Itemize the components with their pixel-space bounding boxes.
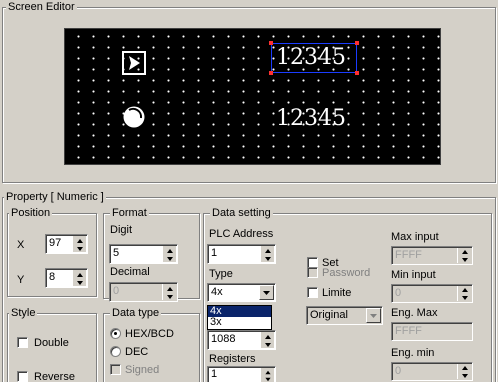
y-value: 8 [49,271,56,283]
decimal-value: 0 [113,285,120,297]
dec-radio[interactable] [110,346,121,357]
double-label: Double [34,337,69,349]
mode-select[interactable]: Original [306,306,383,325]
reverse-label: Reverse [34,371,75,382]
digit-value: 5 [113,247,120,259]
max-input-label: Max input [391,231,439,243]
type-value: 4x [211,286,223,298]
password-label: Password [322,267,371,279]
double-checkbox[interactable] [17,337,28,348]
registers-input[interactable]: 1 [207,366,276,382]
type-select[interactable]: 4x [207,283,276,302]
resize-handle[interactable] [355,41,359,45]
address-value: 1088 [211,333,236,345]
x-value: 97 [49,237,62,249]
mode-value: Original [310,309,348,321]
y-input[interactable]: 8 [45,268,88,288]
style-title: Style [9,307,38,319]
max-input-value: FFFF [395,249,422,261]
eng-max-value: FFFF [395,325,422,337]
x-label: X [17,239,25,251]
y-label: Y [17,274,25,286]
address-input[interactable]: 1088 [207,330,276,350]
reverse-checkbox[interactable] [17,371,28,382]
plc-address-value: 1 [211,247,218,259]
eng-min-label: Eng. min [391,347,435,359]
signed-label: Signed [125,364,160,376]
dec-label: DEC [125,346,149,358]
address-spinner[interactable] [260,332,274,348]
numeric-display-2[interactable]: 12345 [276,107,346,131]
digit-label: Digit [110,224,133,236]
decimal-input[interactable]: 0 [109,282,178,302]
x-spinner[interactable] [72,236,86,252]
type-label: Type [209,268,233,280]
min-input-spinner[interactable] [457,286,471,301]
gauge-icon[interactable] [122,105,146,129]
resize-handle[interactable] [269,41,273,45]
eng-max-label: Eng. Max [391,307,438,319]
eng-min-value: 0 [395,365,402,377]
chevron-down-icon[interactable] [259,285,274,300]
max-input-spinner[interactable] [457,248,471,263]
registers-label: Registers [209,353,256,365]
type-option-3x[interactable]: 3x [208,317,271,328]
signed-checkbox[interactable] [110,364,121,375]
password-checkbox[interactable] [307,267,318,278]
limite-checkbox[interactable] [307,287,318,298]
resize-handle[interactable] [269,71,273,75]
digit-spinner[interactable] [162,246,176,262]
y-spinner[interactable] [72,270,86,286]
max-input-field[interactable]: FFFF [391,246,473,265]
screen-editor-title: Screen Editor [6,1,77,13]
property-title: Property [ Numeric ] [4,191,106,203]
hex-bcd-label: HEX/BCD [125,328,174,340]
chevron-down-icon[interactable] [366,308,381,323]
resize-handle[interactable] [355,71,359,75]
plc-address-input[interactable]: 1 [207,244,276,264]
limite-label: Limite [322,287,352,299]
x-input[interactable]: 97 [45,234,88,254]
plc-address-spinner[interactable] [260,246,274,262]
registers-spinner[interactable] [260,368,274,382]
decimal-spinner[interactable] [162,284,176,300]
format-title: Format [110,207,149,219]
numeric-display-1: 12345 [276,45,346,70]
play-button-icon[interactable] [122,51,146,75]
hex-bcd-radio[interactable] [110,328,121,339]
numeric-object-selected[interactable]: 12345 [269,41,359,75]
eng-max-field[interactable]: FFFF [391,322,473,341]
data-type-title: Data type [110,307,162,319]
registers-value: 1 [211,368,218,380]
min-input-field[interactable]: 0 [391,284,473,303]
plc-address-label: PLC Address [209,228,274,240]
position-title: Position [9,207,53,219]
screen-canvas[interactable]: 12345 12345 [64,28,441,165]
min-input-label: Min input [391,269,436,281]
digit-input[interactable]: 5 [109,244,178,264]
data-setting-title: Data setting [210,207,273,219]
decimal-label: Decimal [110,266,150,278]
type-dropdown-list[interactable]: 4x 3x [207,305,272,330]
eng-min-spinner[interactable] [457,364,471,379]
min-input-value: 0 [395,287,402,299]
eng-min-field[interactable]: 0 [391,362,473,381]
